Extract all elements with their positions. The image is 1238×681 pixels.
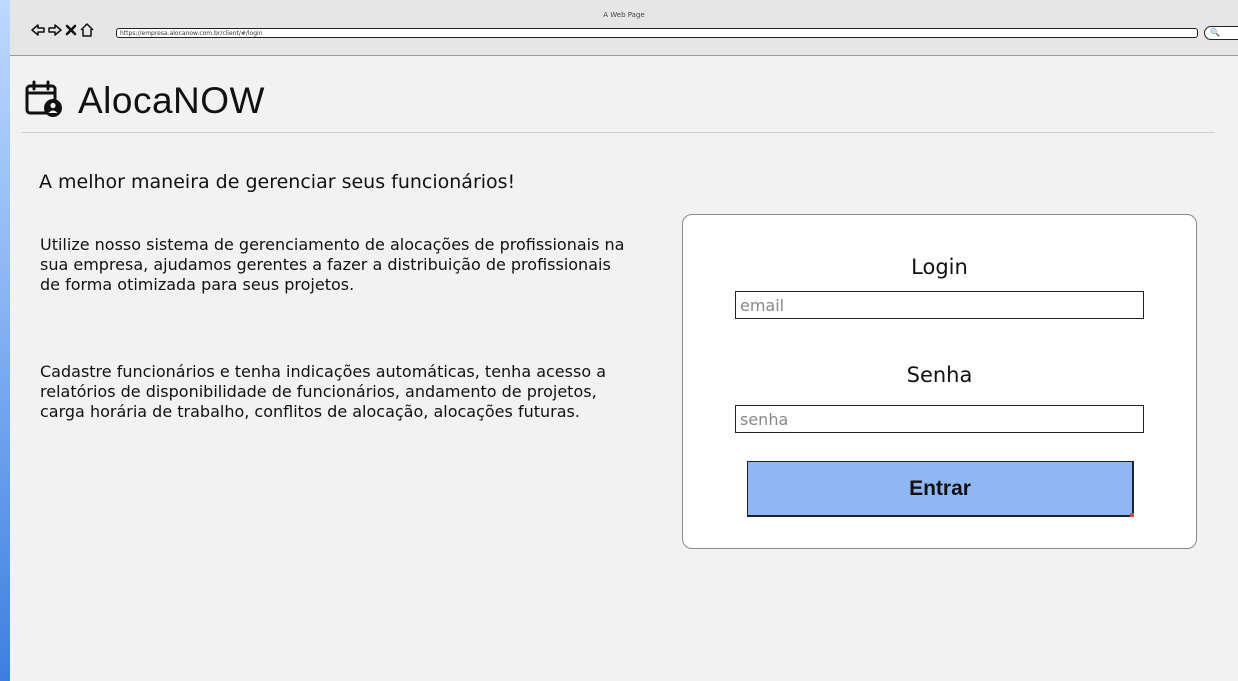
close-x-icon[interactable] bbox=[65, 24, 77, 36]
header-divider bbox=[22, 132, 1215, 133]
desktop-edge bbox=[0, 0, 10, 681]
entrar-button-label: Entrar bbox=[909, 476, 971, 500]
browser-search-button[interactable]: 🔍 bbox=[1204, 26, 1238, 40]
search-icon: 🔍 bbox=[1210, 28, 1220, 37]
entrar-button[interactable]: Entrar bbox=[747, 461, 1134, 517]
tagline: A melhor maneira de gerenciar seus funci… bbox=[39, 171, 516, 193]
description-paragraph: Utilize nosso sistema de gerenciamento d… bbox=[40, 235, 625, 294]
address-bar[interactable]: https://empresa.alocanow.com.br/client/#… bbox=[116, 28, 1198, 38]
back-arrow-icon[interactable] bbox=[31, 24, 45, 36]
browser-title: A Web Page bbox=[603, 11, 645, 19]
calendar-user-icon bbox=[24, 80, 64, 122]
brand-name: AlocaNOW bbox=[78, 80, 265, 121]
resize-marker bbox=[1130, 513, 1134, 517]
password-input[interactable] bbox=[735, 405, 1144, 433]
description-paragraph: Cadastre funcionários e tenha indicações… bbox=[40, 362, 606, 421]
email-input[interactable] bbox=[735, 291, 1144, 319]
login-label: Login bbox=[911, 255, 968, 279]
home-icon[interactable] bbox=[80, 23, 94, 37]
browser-toolbar: A Web Page https://empresa.alocanow.com.… bbox=[10, 0, 1238, 56]
brand: AlocaNOW bbox=[24, 80, 265, 122]
login-card: Login Senha Entrar bbox=[682, 214, 1197, 549]
forward-arrow-icon[interactable] bbox=[48, 24, 62, 36]
password-label: Senha bbox=[906, 363, 973, 387]
browser-nav bbox=[31, 21, 94, 39]
